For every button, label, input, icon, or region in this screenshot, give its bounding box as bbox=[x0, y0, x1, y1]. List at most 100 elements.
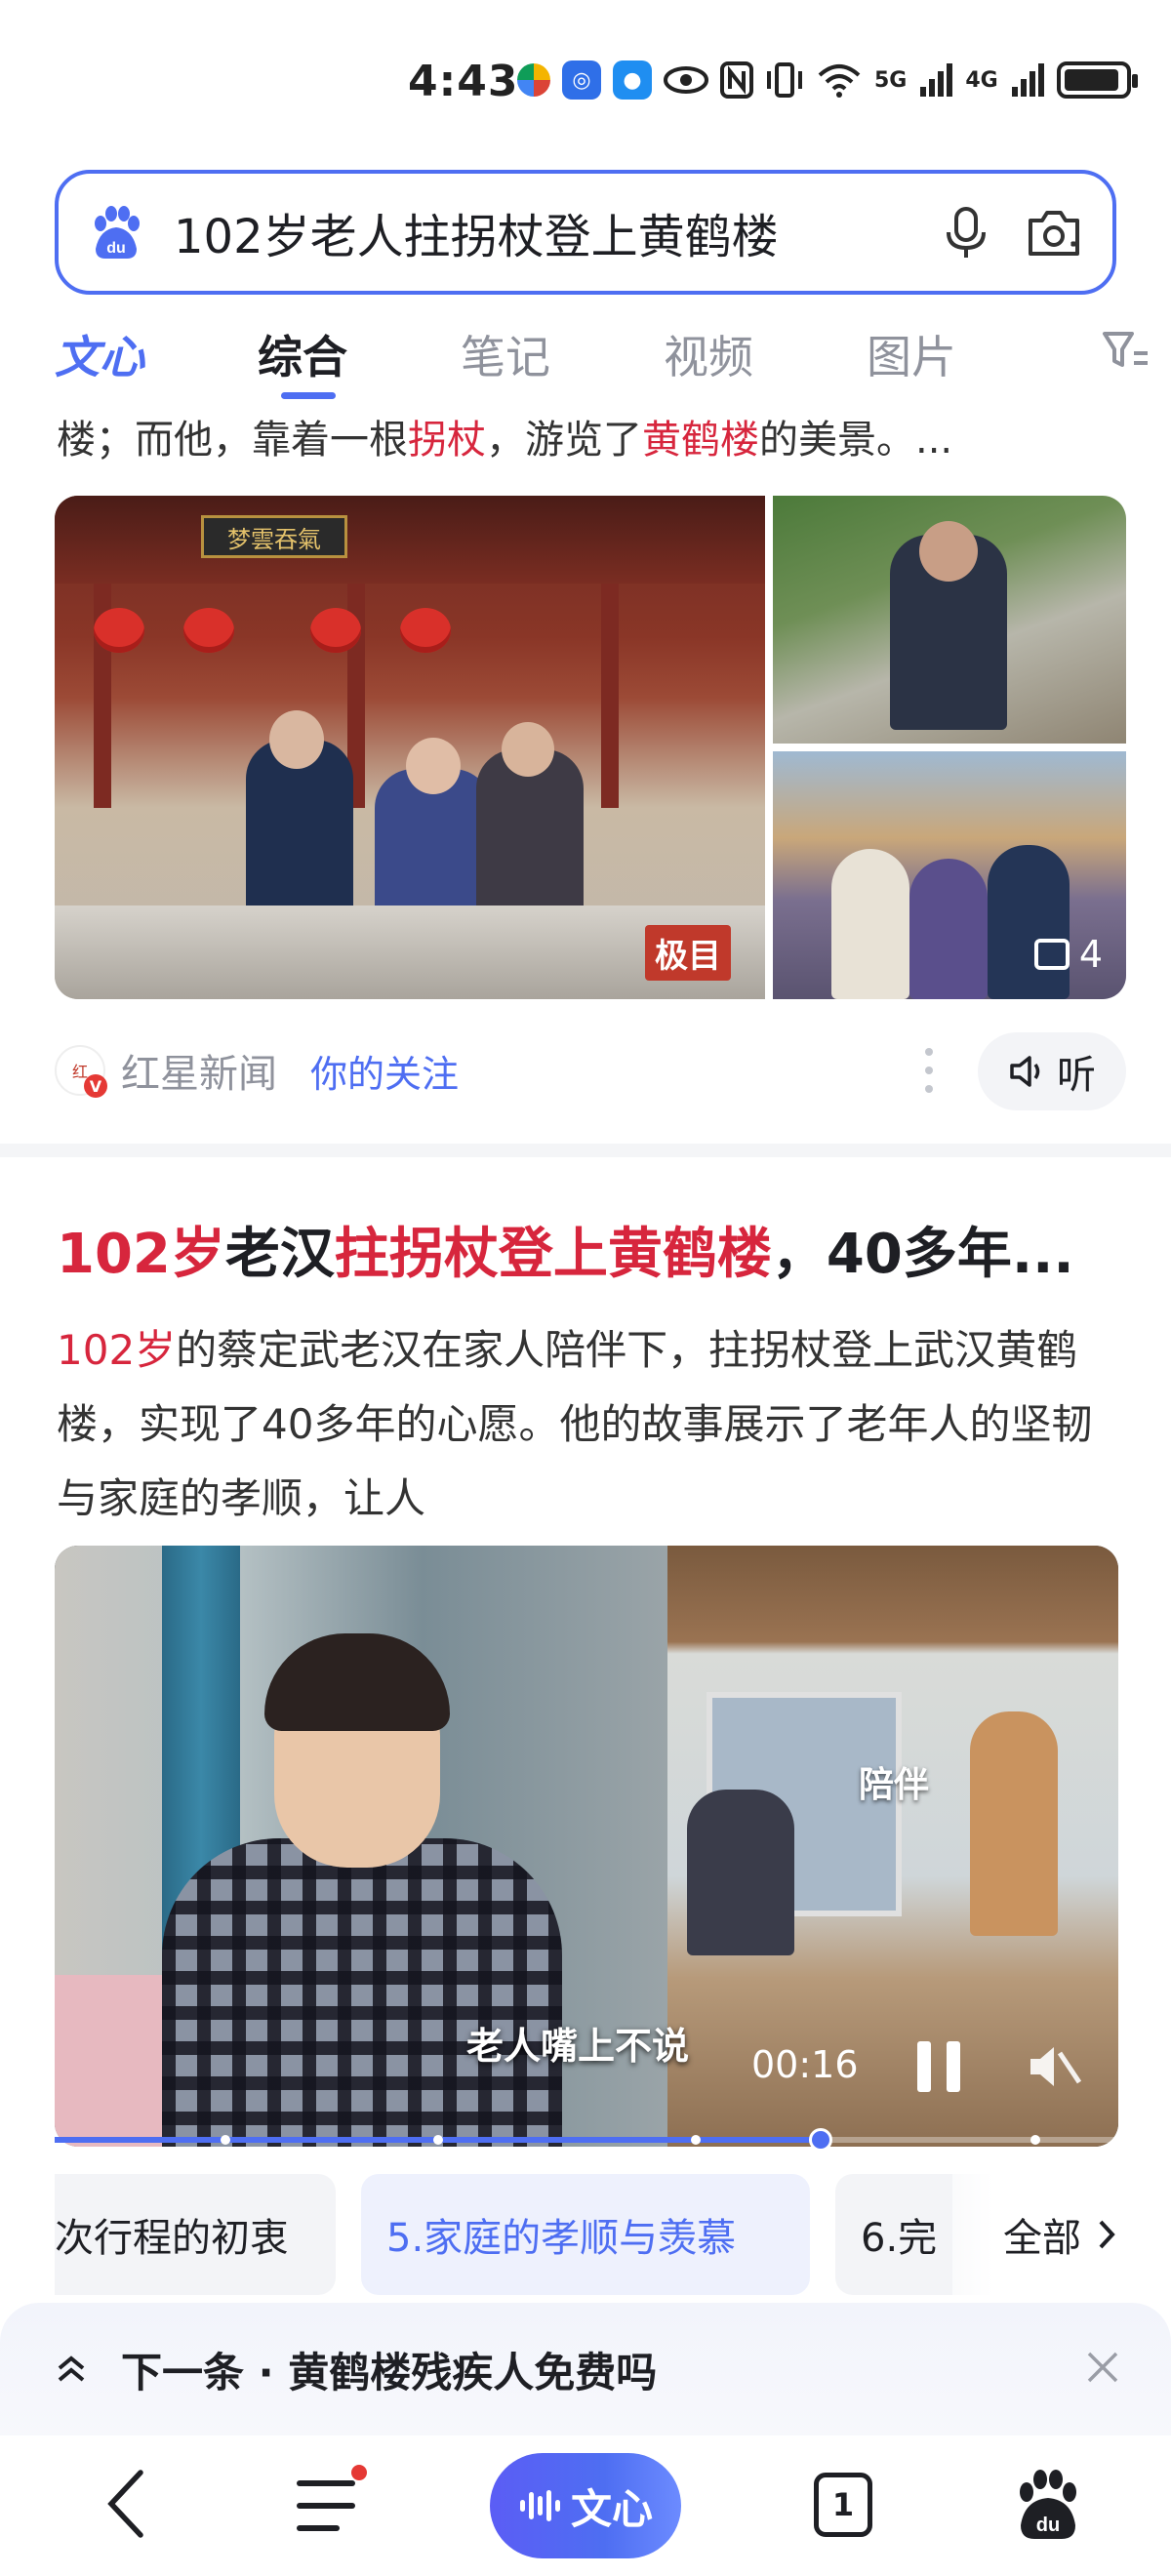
camera-search-icon[interactable] bbox=[1025, 203, 1083, 262]
temple-roof bbox=[55, 496, 765, 584]
baidu-paw-icon: du bbox=[95, 206, 140, 259]
plaid-shirt bbox=[162, 1838, 562, 2147]
result1-snippet[interactable]: 楼；而他，靠着一根拐杖，游览了黄鹤楼的美景。... bbox=[57, 408, 1120, 464]
person-head bbox=[269, 710, 324, 769]
waveform-icon bbox=[519, 2490, 560, 2521]
verified-badge-icon: V bbox=[84, 1074, 107, 1098]
progress-knob[interactable] bbox=[808, 2128, 832, 2152]
tab-count: 1 bbox=[831, 2486, 855, 2523]
wenxin-label: 文心 bbox=[570, 2484, 653, 2533]
result-divider bbox=[0, 1144, 1171, 1157]
gallery-thumb-photo[interactable]: 4 bbox=[773, 751, 1126, 999]
result2-title[interactable]: 102岁老汉拄拐杖登上黄鹤楼，40多年... bbox=[57, 1210, 1120, 1289]
tab-video[interactable]: 视频 bbox=[664, 322, 753, 386]
person-head bbox=[406, 738, 461, 794]
all-label: 全部 bbox=[1003, 2216, 1081, 2261]
chapter-chips: 次行程的初衷 5.家庭的孝顺与羡慕 6.完 全部 bbox=[55, 2174, 1118, 2299]
wifi-icon bbox=[818, 64, 861, 98]
network-5g-label: 5G bbox=[874, 67, 908, 93]
person-head bbox=[502, 722, 554, 777]
video-progress-bar[interactable] bbox=[55, 2128, 1118, 2152]
tab-notes[interactable]: 笔记 bbox=[461, 322, 550, 386]
nfc-icon bbox=[720, 61, 753, 99]
tab-images[interactable]: 图片 bbox=[867, 322, 956, 386]
title-highlight: 102岁 bbox=[57, 1223, 225, 1286]
gallery-main-photo[interactable]: 梦雲吞氣 极目 bbox=[55, 496, 765, 999]
status-time: 4:43 bbox=[408, 57, 519, 106]
signal-icon bbox=[920, 63, 953, 97]
chevron-right-icon bbox=[1099, 2220, 1115, 2249]
search-input[interactable]: 102岁老人拄拐杖登上黄鹤楼 bbox=[174, 198, 908, 266]
chapter-marker bbox=[433, 2135, 443, 2145]
close-icon[interactable] bbox=[1085, 2350, 1120, 2385]
app-icon: ◎ bbox=[562, 60, 601, 100]
pause-icon[interactable] bbox=[917, 2041, 960, 2092]
source-name[interactable]: 红星新闻 bbox=[121, 1042, 277, 1099]
filter-icon[interactable] bbox=[1101, 328, 1150, 373]
watermark-badge: 极目 bbox=[645, 925, 731, 981]
image-count: 4 bbox=[1033, 933, 1103, 976]
network-4g-label: 4G bbox=[965, 67, 998, 93]
all-chapters-button[interactable]: 全部 bbox=[952, 2174, 1118, 2295]
gallery-thumb-photo[interactable] bbox=[773, 496, 1126, 744]
tabs-count-button[interactable]: 1 bbox=[814, 2473, 872, 2537]
chapter-marker bbox=[691, 2135, 701, 2145]
image-count-value: 4 bbox=[1078, 933, 1103, 976]
microphone-icon[interactable] bbox=[937, 203, 995, 262]
snippet-text: ，游览了 bbox=[486, 418, 642, 463]
person bbox=[687, 1790, 794, 1955]
status-bar: 4:43 ◎ ● 5G 4G bbox=[0, 0, 1171, 166]
home-logo-text: du bbox=[1036, 2515, 1060, 2536]
image-stack-icon bbox=[1033, 939, 1070, 970]
video-subtitle: 老人嘴上不说 bbox=[466, 2025, 690, 2068]
next-result-bar[interactable]: 下一条 · 黄鹤楼残疾人免费吗 bbox=[0, 2303, 1171, 2435]
baidu-home-icon[interactable]: du bbox=[1011, 2467, 1085, 2541]
source-logo-icon[interactable]: 红V bbox=[55, 1045, 107, 1098]
double-chevron-up-icon bbox=[58, 2355, 85, 2382]
next-result-text: 下一条 · 黄鹤楼残疾人免费吗 bbox=[121, 2348, 658, 2396]
signal-icon bbox=[1011, 63, 1044, 97]
menu-icon[interactable] bbox=[297, 2465, 367, 2535]
notification-dot bbox=[351, 2465, 367, 2480]
person-head bbox=[919, 521, 978, 582]
bottom-navigation: 文心 1 du bbox=[0, 2435, 1171, 2576]
paw-logo-text: du bbox=[106, 240, 126, 257]
speaker-icon bbox=[1010, 1056, 1040, 1087]
person bbox=[831, 849, 909, 999]
lantern bbox=[400, 608, 451, 653]
bed bbox=[55, 1975, 172, 2147]
title-text: 老汉 bbox=[224, 1223, 335, 1286]
listen-button[interactable]: 听 bbox=[978, 1032, 1126, 1110]
active-tab-indicator bbox=[281, 392, 336, 399]
snippet-highlight: 黄鹤楼 bbox=[642, 418, 759, 463]
lantern bbox=[183, 608, 234, 653]
more-options-icon[interactable] bbox=[925, 1048, 935, 1093]
lantern bbox=[94, 608, 144, 653]
chapter-marker bbox=[221, 2135, 230, 2145]
tab-wenxin[interactable]: 文心 bbox=[55, 322, 144, 386]
video-time: 00:16 bbox=[751, 2043, 859, 2086]
result1-image-gallery[interactable]: 梦雲吞氣 极目 4 bbox=[55, 496, 1126, 999]
back-icon[interactable] bbox=[98, 2465, 156, 2543]
chapter-chip-active[interactable]: 5.家庭的孝顺与羡慕 bbox=[361, 2174, 810, 2295]
snippet-highlight: 拐杖 bbox=[408, 418, 486, 463]
wenxin-button[interactable]: 文心 bbox=[490, 2453, 681, 2558]
chapter-chip[interactable]: 次行程的初衷 bbox=[55, 2174, 336, 2295]
search-box[interactable]: du 102岁老人拄拐杖登上黄鹤楼 bbox=[55, 170, 1116, 295]
desc-highlight: 102岁 bbox=[57, 1326, 177, 1374]
vibrate-icon bbox=[767, 62, 802, 98]
temple-plaque: 梦雲吞氣 bbox=[201, 515, 347, 558]
app-icon: ● bbox=[613, 60, 652, 100]
snippet-text: 的美景。... bbox=[759, 418, 953, 463]
snippet-text: 楼；而他，靠着一根 bbox=[57, 418, 408, 463]
eye-icon bbox=[664, 66, 708, 94]
person bbox=[909, 859, 988, 999]
tab-comprehensive[interactable]: 综合 bbox=[258, 322, 347, 386]
chapter-marker bbox=[1030, 2135, 1040, 2145]
temple-pillar bbox=[601, 584, 619, 808]
app-icon bbox=[517, 63, 550, 97]
mute-icon[interactable] bbox=[1025, 2039, 1083, 2094]
title-highlight: 拄拐杖登上黄鹤楼 bbox=[334, 1223, 772, 1286]
battery-icon bbox=[1056, 61, 1138, 99]
lantern bbox=[310, 608, 361, 653]
